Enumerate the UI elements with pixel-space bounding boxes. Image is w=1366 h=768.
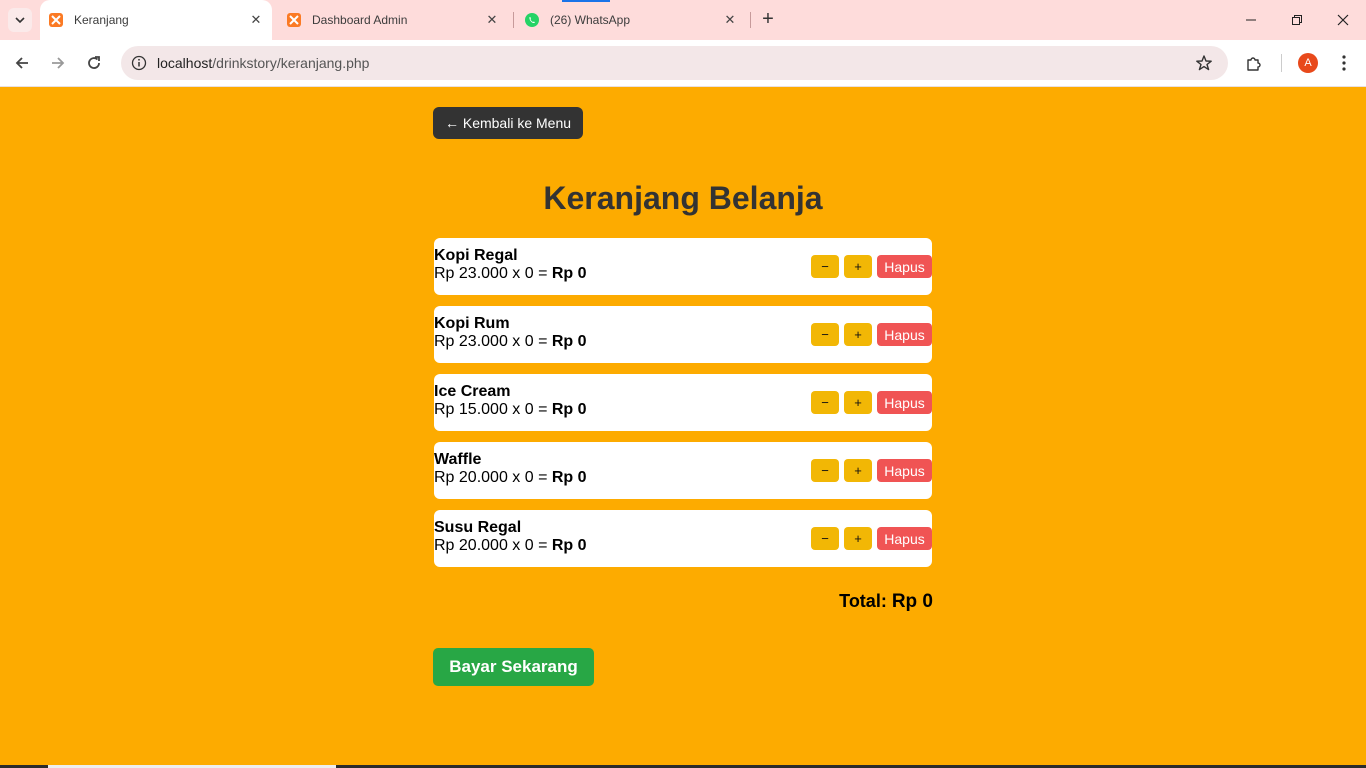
- increase-qty-button[interactable]: +: [844, 255, 872, 278]
- tab-dashboard-admin[interactable]: Dashboard Admin ✕: [278, 0, 508, 40]
- info-icon[interactable]: [129, 53, 149, 73]
- total-label: Total:: [839, 591, 892, 611]
- puzzle-icon: [1247, 57, 1261, 71]
- item-price-calc: Rp 20.000 x 0 =: [434, 469, 552, 486]
- item-name: Susu Regal: [434, 519, 522, 536]
- item-price: Rp 23.000 x 0 = Rp 0: [434, 333, 587, 351]
- reload-icon: [88, 56, 100, 69]
- item-price-calc: Rp 23.000 x 0 =: [434, 333, 552, 350]
- forward-nav-button[interactable]: [46, 51, 70, 75]
- cart-item: Waffle Rp 20.000 x 0 = Rp 0 − + Hapus: [434, 442, 932, 499]
- tab-search-button[interactable]: [8, 8, 32, 32]
- arrow-left-icon: [15, 57, 28, 69]
- chevron-down-icon: [15, 17, 25, 24]
- item-price-calc: Rp 23.000 x 0 =: [434, 265, 552, 282]
- restore-icon: [1292, 15, 1302, 25]
- decrease-qty-button[interactable]: −: [811, 323, 839, 346]
- url-host: localhost: [157, 55, 213, 71]
- tab-title: (26) WhatsApp: [550, 13, 631, 27]
- item-subtotal: Rp 0: [551, 401, 587, 418]
- url-path: /drinkstory/keranjang.php: [212, 55, 370, 71]
- extensions-button[interactable]: [1242, 51, 1266, 75]
- tab-title: Keranjang: [74, 13, 129, 27]
- tab-whatsapp[interactable]: (26) WhatsApp ✕: [516, 0, 746, 40]
- back-nav-button[interactable]: [10, 51, 34, 75]
- item-price: Rp 15.000 x 0 = Rp 0: [434, 401, 587, 419]
- cart-item: Kopi Regal Rp 23.000 x 0 = Rp 0 − + Hapu…: [434, 238, 932, 295]
- cart-item: Susu Regal Rp 20.000 x 0 = Rp 0 − + Hapu…: [434, 510, 932, 567]
- back-to-menu-button[interactable]: ← Kembali ke Menu: [433, 107, 583, 139]
- tab-bar: Keranjang ✕ Dashboard Admin ✕ (26) Whats…: [0, 0, 1366, 40]
- kebab-menu-icon: [1342, 55, 1346, 71]
- tab-loading-indicator: [562, 0, 610, 2]
- cart-item: Kopi Rum Rp 23.000 x 0 = Rp 0 − + Hapus: [434, 306, 932, 363]
- tab-separator: [513, 12, 514, 28]
- page-title: Keranjang Belanja: [543, 180, 823, 216]
- increase-qty-button[interactable]: +: [844, 527, 872, 550]
- item-name: Ice Cream: [434, 383, 511, 400]
- browser-toolbar: localhost/drinkstory/keranjang.php: [0, 40, 1366, 87]
- decrease-qty-button[interactable]: −: [811, 459, 839, 482]
- profile-avatar[interactable]: A: [1298, 53, 1318, 73]
- item-price: Rp 20.000 x 0 = Rp 0: [434, 537, 587, 555]
- delete-item-button[interactable]: Hapus: [877, 391, 932, 414]
- item-subtotal: Rp 0: [551, 469, 587, 486]
- minimize-button[interactable]: [1228, 0, 1274, 40]
- total-amount: Rp 0: [891, 591, 933, 612]
- close-icon: [1337, 14, 1349, 26]
- close-icon[interactable]: ✕: [248, 12, 264, 28]
- arrow-right-icon: [52, 57, 65, 69]
- item-name: Waffle: [434, 451, 482, 468]
- decrease-qty-button[interactable]: −: [811, 527, 839, 550]
- increase-qty-button[interactable]: +: [844, 459, 872, 482]
- delete-item-button[interactable]: Hapus: [877, 323, 932, 346]
- new-tab-button[interactable]: +: [758, 9, 778, 30]
- item-name: Kopi Regal: [434, 247, 518, 264]
- url-text[interactable]: localhost/drinkstory/keranjang.php: [157, 55, 369, 71]
- toolbar-divider: [1281, 54, 1282, 72]
- xampp-icon: [48, 12, 64, 28]
- reload-button[interactable]: [82, 51, 106, 75]
- item-subtotal: Rp 0: [551, 265, 587, 282]
- close-icon[interactable]: ✕: [722, 12, 738, 28]
- decrease-qty-button[interactable]: −: [811, 255, 839, 278]
- restore-button[interactable]: [1274, 0, 1320, 40]
- browser-menu-button[interactable]: [1332, 51, 1356, 75]
- item-price: Rp 20.000 x 0 = Rp 0: [434, 469, 587, 487]
- tab-separator: [750, 12, 751, 28]
- minimize-icon: [1246, 19, 1256, 21]
- whatsapp-icon: [524, 12, 540, 28]
- tab-keranjang[interactable]: Keranjang ✕: [40, 0, 272, 40]
- address-bar[interactable]: localhost/drinkstory/keranjang.php: [121, 46, 1228, 80]
- item-price-calc: Rp 20.000 x 0 =: [434, 537, 552, 554]
- cart-item: Ice Cream Rp 15.000 x 0 = Rp 0 − + Hapus: [434, 374, 932, 431]
- decrease-qty-button[interactable]: −: [811, 391, 839, 414]
- increase-qty-button[interactable]: +: [844, 323, 872, 346]
- xampp-icon: [286, 12, 302, 28]
- item-price-calc: Rp 15.000 x 0 =: [434, 401, 552, 418]
- delete-item-button[interactable]: Hapus: [877, 527, 932, 550]
- pay-now-button[interactable]: Bayar Sekarang: [433, 648, 594, 686]
- cart-total: Total: Rp 0: [633, 591, 933, 613]
- delete-item-button[interactable]: Hapus: [877, 459, 932, 482]
- close-window-button[interactable]: [1320, 0, 1366, 40]
- item-name: Kopi Rum: [434, 315, 510, 332]
- item-subtotal: Rp 0: [551, 333, 587, 350]
- close-icon[interactable]: ✕: [484, 12, 500, 28]
- item-price: Rp 23.000 x 0 = Rp 0: [434, 265, 587, 283]
- item-subtotal: Rp 0: [551, 537, 587, 554]
- increase-qty-button[interactable]: +: [844, 391, 872, 414]
- bookmark-star-icon[interactable]: [1194, 53, 1214, 73]
- tab-title: Dashboard Admin: [312, 13, 408, 27]
- delete-item-button[interactable]: Hapus: [877, 255, 932, 278]
